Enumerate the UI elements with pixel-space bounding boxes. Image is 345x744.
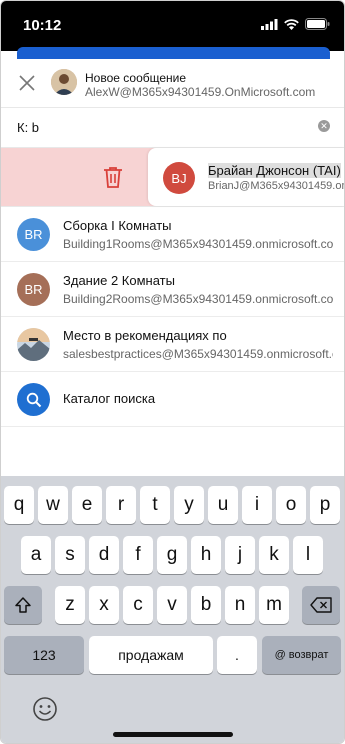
contact-avatar: BR xyxy=(17,273,50,306)
contact-avatar: BR xyxy=(17,218,50,251)
trash-icon xyxy=(104,167,122,188)
key-o[interactable]: o xyxy=(276,486,306,524)
signal-icon xyxy=(261,18,278,30)
key-c[interactable]: c xyxy=(123,586,153,624)
list-item[interactable]: Место в рекомендациях по salesbestpracti… xyxy=(1,317,344,372)
contact-email: salesbestpractices@M365x94301459.onmicro… xyxy=(63,347,333,361)
key-p[interactable]: p xyxy=(310,486,340,524)
key-s[interactable]: s xyxy=(55,536,85,574)
backspace-key[interactable] xyxy=(302,586,340,624)
contact-email: Building1Rooms@M365x94301459.onmicrosoft… xyxy=(63,237,333,251)
suggestions-list: BR Сборка I Комнаты Building1Rooms@M365x… xyxy=(1,207,344,427)
close-icon xyxy=(19,75,35,91)
emoji-icon xyxy=(33,697,57,721)
period-key[interactable]: . xyxy=(217,636,257,674)
key-f[interactable]: f xyxy=(123,536,153,574)
key-u[interactable]: u xyxy=(208,486,238,524)
status-time: 10:12 xyxy=(23,17,62,34)
to-input[interactable]: К: b xyxy=(17,120,39,135)
header-account: AlexW@M365x94301459.OnMicrosoft.com xyxy=(85,85,316,99)
key-a[interactable]: a xyxy=(21,536,51,574)
contact-name: Брайан Джонсон (TAI) L xyxy=(208,163,344,178)
search-icon xyxy=(26,392,41,407)
group-photo-avatar xyxy=(17,328,50,361)
swiped-contact-card[interactable]: BJ Брайан Джонсон (TAI) L BrianJ@M365x94… xyxy=(148,148,344,206)
battery-icon xyxy=(305,18,330,30)
key-y[interactable]: y xyxy=(174,486,204,524)
contact-name: Здание 2 Комнаты xyxy=(63,273,175,288)
key-e[interactable]: e xyxy=(72,486,102,524)
status-bar: 10:12 xyxy=(1,1,344,51)
key-z[interactable]: z xyxy=(55,586,85,624)
key-b[interactable]: b xyxy=(191,586,221,624)
search-directory-item[interactable]: Каталог поиска xyxy=(1,372,344,427)
wifi-icon xyxy=(284,18,299,30)
contact-name: Место в рекомендациях по xyxy=(63,328,227,343)
status-icons xyxy=(261,18,330,30)
key-h[interactable]: h xyxy=(191,536,221,574)
key-t[interactable]: t xyxy=(140,486,170,524)
contact-email: Building2Rooms@M365x94301459.onmicrosoft… xyxy=(63,292,333,306)
key-v[interactable]: v xyxy=(157,586,187,624)
key-k[interactable]: k xyxy=(259,536,289,574)
delete-button[interactable] xyxy=(101,165,125,194)
home-indicator xyxy=(113,732,233,737)
swiped-contact-row[interactable]: BJ Брайан Джонсон (TAI) L BrianJ@M365x94… xyxy=(1,148,344,207)
key-x[interactable]: x xyxy=(89,586,119,624)
header-title: Новое сообщение xyxy=(85,71,187,85)
contact-name: Сборка I Комнаты xyxy=(63,218,172,233)
contact-avatar: BJ xyxy=(163,162,195,194)
phone-screen: 10:12 Новое сообщение AlexW@M365x9430145… xyxy=(0,0,345,744)
key-d[interactable]: d xyxy=(89,536,119,574)
key-g[interactable]: g xyxy=(157,536,187,574)
key-w[interactable]: w xyxy=(38,486,68,524)
key-m[interactable]: m xyxy=(259,586,289,624)
new-message-sheet: Новое сообщение AlexW@M365x94301459.OnMi… xyxy=(1,59,344,475)
contact-email: BrianJ@M365x94301459.on xyxy=(208,180,344,192)
search-avatar xyxy=(17,383,50,416)
search-directory-label: Каталог поиска xyxy=(63,391,156,406)
key-j[interactable]: j xyxy=(225,536,255,574)
key-r[interactable]: r xyxy=(106,486,136,524)
landscape-photo-icon xyxy=(17,328,50,361)
shift-key[interactable] xyxy=(4,586,42,624)
key-n[interactable]: n xyxy=(225,586,255,624)
shift-icon xyxy=(15,597,31,613)
clear-icon[interactable]: ✕ xyxy=(318,120,330,132)
person-photo-icon xyxy=(51,69,77,95)
return-key[interactable]: @ возврат xyxy=(262,636,341,674)
key-l[interactable]: l xyxy=(293,536,323,574)
list-item[interactable]: BR Здание 2 Комнаты Building2Rooms@M365x… xyxy=(1,262,344,317)
compose-header: Новое сообщение AlexW@M365x94301459.OnMi… xyxy=(1,59,344,108)
list-item[interactable]: BR Сборка I Комнаты Building1Rooms@M365x… xyxy=(1,207,344,262)
key-i[interactable]: i xyxy=(242,486,272,524)
keyboard: q w e r t y u i o p a s d f g h j k l z xyxy=(1,476,344,743)
emoji-button[interactable] xyxy=(32,696,58,722)
contact-name-rest: L xyxy=(341,163,344,178)
backspace-icon xyxy=(310,597,332,613)
to-field[interactable]: К: b ✕ xyxy=(1,107,344,148)
sender-avatar xyxy=(51,69,77,95)
key-q[interactable]: q xyxy=(4,486,34,524)
space-key[interactable]: продажам xyxy=(89,636,213,674)
close-button[interactable] xyxy=(15,71,39,95)
numbers-key[interactable]: 123 xyxy=(4,636,84,674)
contact-name-highlight: Брайан Джонсон (TAI) xyxy=(208,163,341,178)
